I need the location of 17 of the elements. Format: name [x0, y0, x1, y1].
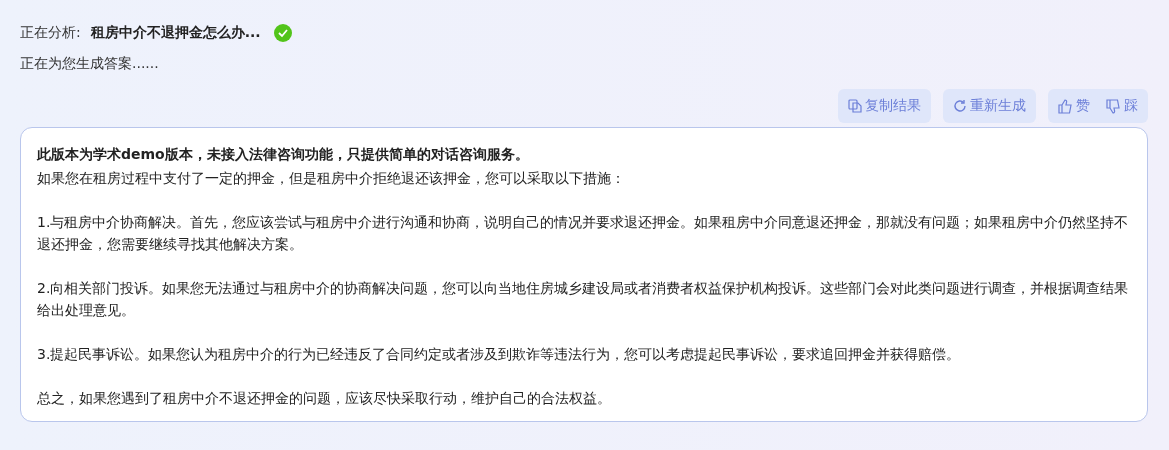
answer-paragraph: 3.提起民事诉讼。如果您认为租房中介的行为已经违反了合同约定或者涉及到欺诈等违法行为，您可以考虑提起民事诉讼，要求追回押金并获得赔偿。 — [37, 345, 962, 364]
progress-text: 正在为您生成答案...... — [20, 55, 160, 73]
thumbs-up-icon — [1058, 98, 1073, 114]
dislike-button[interactable]: 踩 — [1102, 97, 1142, 115]
regenerate-button[interactable]: 重新生成 — [943, 89, 1036, 123]
copy-button[interactable]: 复制结果 — [838, 89, 931, 123]
like-button[interactable]: 赞 — [1054, 97, 1094, 115]
copy-icon — [848, 99, 862, 113]
answer-paragraph: 2.向相关部门投诉。如果您无法通过与租房中介的协商解决问题，您可以向当地住房城乡建设局或者消费者权益保护机构投诉。这些部门会对此类问题进行调查，并根据调查结果给出处理意见。 — [37, 279, 1130, 320]
answer-paragraph: 1.与租房中介协商解决。首先，您应该尝试与租房中介进行沟通和协商，说明自己的情况并要求退还押金。如果租房中介同意退还押金，那就没有问题；如果租房中介仍然坚持不退还押金，您需要继续寻找其他解决方案。 — [37, 213, 1130, 254]
status-label: 正在分析: — [20, 24, 81, 42]
query-text: 租房中介不退押金怎么办... — [90, 24, 261, 42]
refresh-icon — [953, 99, 967, 113]
answer-paragraph: 总之，如果您遇到了租房中介不退还押金的问题，应该尽快采取行动，维护自己的合法权益。 — [37, 389, 612, 408]
thumbs-down-icon — [1106, 98, 1121, 114]
answer-paragraph: 如果您在租房过程中支付了一定的押金，但是租房中介拒绝退还该押金，您可以采取以下措施： — [37, 169, 626, 188]
notice-text: 此版本为学术demo版本，未接入法律咨询功能，只提供简单的对话咨询服务。 — [37, 145, 530, 164]
